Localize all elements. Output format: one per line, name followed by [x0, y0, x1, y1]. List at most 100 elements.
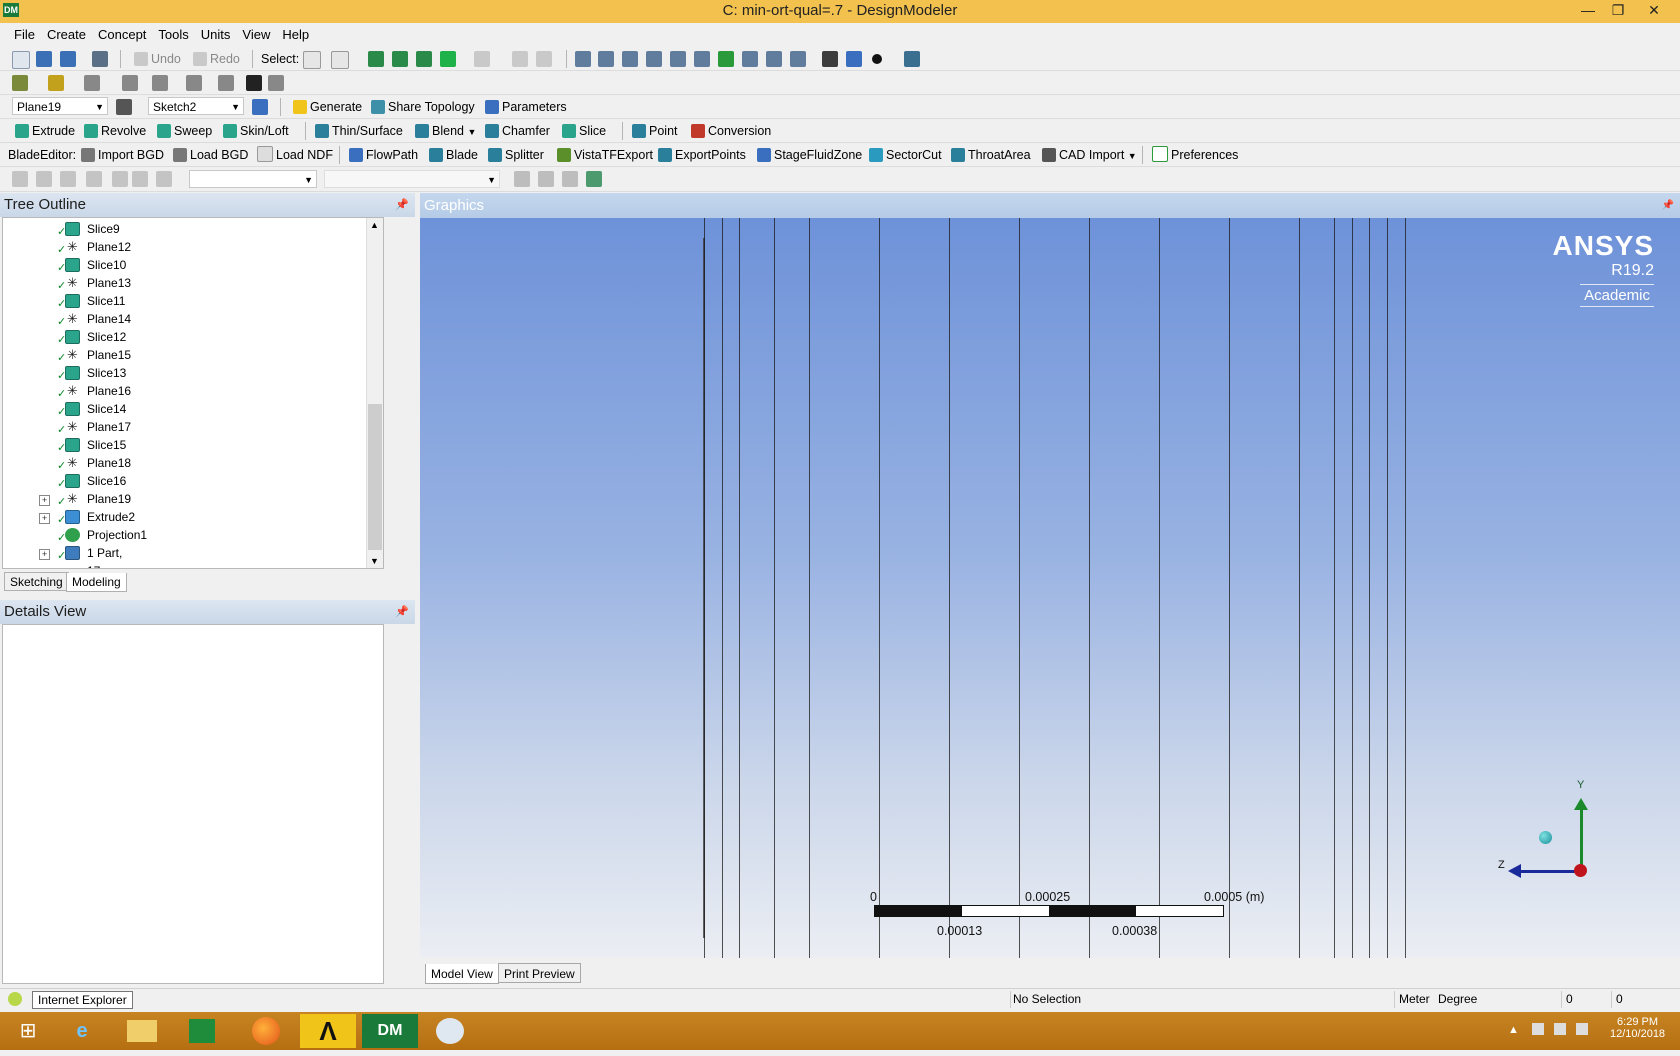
graphics-viewport[interactable]: ANSYS R19.2 Academic 0 0.00025 0.0005 (m…: [420, 218, 1680, 958]
select-edges-icon[interactable]: [392, 51, 408, 67]
blade-view-icon[interactable]: [586, 171, 602, 187]
cad-import-button[interactable]: CAD Import ▼: [1042, 146, 1137, 164]
blade-view-icon[interactable]: [514, 171, 530, 187]
tray-arrow-icon[interactable]: ▲: [1508, 1024, 1519, 1036]
select-filter-icon[interactable]: [331, 51, 349, 69]
expand-icon[interactable]: +: [39, 495, 50, 506]
network-icon[interactable]: [1532, 1023, 1544, 1035]
revolve-button[interactable]: Revolve: [84, 122, 146, 140]
select-points-icon[interactable]: [368, 51, 384, 67]
splitter-button[interactable]: Splitter: [488, 146, 544, 164]
blade-view-icon[interactable]: [562, 171, 578, 187]
edge-color-icon[interactable]: [48, 75, 64, 91]
sectorcut-button[interactable]: SectorCut: [869, 146, 942, 164]
display-plane-icon[interactable]: [822, 51, 838, 67]
next-view-icon[interactable]: [766, 51, 782, 67]
line-style-icon[interactable]: [84, 75, 100, 91]
action-center-icon[interactable]: [1554, 1023, 1566, 1035]
restore-button[interactable]: ❐: [1604, 0, 1632, 22]
generate-button[interactable]: Generate: [293, 98, 362, 116]
file-explorer-icon[interactable]: [114, 1014, 170, 1048]
measure-icon[interactable]: [268, 75, 284, 91]
ansys-workbench-icon[interactable]: Λ: [300, 1014, 356, 1048]
blade-combo-1[interactable]: ▼: [189, 170, 317, 188]
new-sketch-icon[interactable]: [252, 99, 268, 115]
paint-icon[interactable]: [422, 1014, 478, 1048]
clock[interactable]: 6:29 PM 12/10/2018: [1610, 1016, 1665, 1040]
menu-file[interactable]: File: [8, 23, 41, 42]
previous-view-icon[interactable]: [742, 51, 758, 67]
scroll-down-icon[interactable]: ▼: [370, 556, 379, 566]
blade-tool-icon[interactable]: [156, 171, 172, 187]
zoom-to-fit-icon[interactable]: [670, 51, 686, 67]
import-bgd-button[interactable]: Import BGD: [81, 146, 164, 164]
ruler-icon[interactable]: [904, 51, 920, 67]
magnifier-icon[interactable]: [718, 51, 734, 67]
designmodeler-icon[interactable]: DM: [362, 1014, 418, 1048]
edge-direction-icon[interactable]: [152, 75, 168, 91]
start-icon[interactable]: ⊞: [0, 1014, 56, 1048]
undo-button[interactable]: Undo: [134, 50, 181, 68]
pin-icon[interactable]: 📌: [395, 193, 409, 217]
extrude-button[interactable]: Extrude: [15, 122, 75, 140]
tree-scrollbar[interactable]: ▲ ▼: [366, 218, 383, 568]
tab-modeling[interactable]: Modeling: [66, 573, 127, 592]
cross-section-icon[interactable]: [218, 75, 234, 91]
menu-create[interactable]: Create: [41, 23, 92, 42]
scroll-up-icon[interactable]: ▲: [370, 220, 379, 230]
expand-icon[interactable]: +: [39, 549, 50, 560]
exportpoints-button[interactable]: ExportPoints: [658, 146, 746, 164]
blade-tool-icon[interactable]: [12, 171, 28, 187]
vertex-icon[interactable]: [186, 75, 202, 91]
slice-button[interactable]: Slice: [562, 122, 606, 140]
menu-view[interactable]: View: [236, 23, 276, 42]
tree-scrollbar-thumb[interactable]: [368, 404, 382, 550]
vistatfexport-button[interactable]: VistaTFExport: [557, 146, 653, 164]
edge-joint-icon[interactable]: [122, 75, 138, 91]
chamfer-button[interactable]: Chamfer: [485, 122, 550, 140]
rotate-icon[interactable]: [575, 51, 591, 67]
sweep-button[interactable]: Sweep: [157, 122, 212, 140]
expand-icon[interactable]: +: [39, 513, 50, 524]
plane-select[interactable]: Plane19 ▼: [12, 97, 108, 115]
load-bgd-button[interactable]: Load BGD: [173, 146, 248, 164]
save-icon[interactable]: [36, 51, 52, 67]
box-zoom-icon[interactable]: [646, 51, 662, 67]
blend-button[interactable]: Blend ▼: [415, 122, 476, 140]
thin-surface-button[interactable]: Thin/Surface: [315, 122, 403, 140]
point-button[interactable]: Point: [632, 122, 678, 140]
isometric-ball-icon[interactable]: [1539, 831, 1552, 844]
display-points-icon[interactable]: [872, 54, 882, 64]
stagefluidzone-button[interactable]: StageFluidZone: [757, 146, 862, 164]
new-plane-icon[interactable]: [116, 99, 132, 115]
menu-concept[interactable]: Concept: [92, 23, 152, 42]
store-icon[interactable]: [174, 1014, 230, 1048]
skin-loft-button[interactable]: Skin/Loft: [223, 122, 289, 140]
blade-combo-2[interactable]: ▼: [324, 170, 500, 188]
conversion-button[interactable]: Conversion: [691, 122, 771, 140]
menu-help[interactable]: Help: [276, 23, 315, 42]
expand-icon[interactable]: [512, 51, 528, 67]
display-model-icon[interactable]: [846, 51, 862, 67]
screenshot-icon[interactable]: [92, 51, 108, 67]
select-faces-icon[interactable]: [416, 51, 432, 67]
blade-view-icon[interactable]: [538, 171, 554, 187]
extend-selection-icon[interactable]: [474, 51, 490, 67]
pin-icon[interactable]: 📌: [395, 600, 409, 624]
menu-units[interactable]: Units: [195, 23, 237, 42]
look-at-icon[interactable]: [694, 51, 710, 67]
blade-tool-icon[interactable]: [132, 171, 148, 187]
blade-tool-icon[interactable]: [60, 171, 76, 187]
select-mode-icon[interactable]: [303, 51, 321, 69]
tab-sketching[interactable]: Sketching: [4, 572, 69, 591]
blade-tool-icon[interactable]: [112, 171, 128, 187]
flowpath-button[interactable]: FlowPath: [349, 146, 418, 164]
pin-icon[interactable]: 📌: [1662, 193, 1674, 218]
throatarea-button[interactable]: ThroatArea: [951, 146, 1031, 164]
new-icon[interactable]: [12, 51, 30, 69]
redo-button[interactable]: Redo: [193, 50, 240, 68]
load-ndf-button[interactable]: Load NDF: [257, 146, 333, 164]
sketch-select[interactable]: Sketch2 ▼: [148, 97, 244, 115]
pan-icon[interactable]: [598, 51, 614, 67]
tab-print-preview[interactable]: Print Preview: [498, 963, 581, 983]
